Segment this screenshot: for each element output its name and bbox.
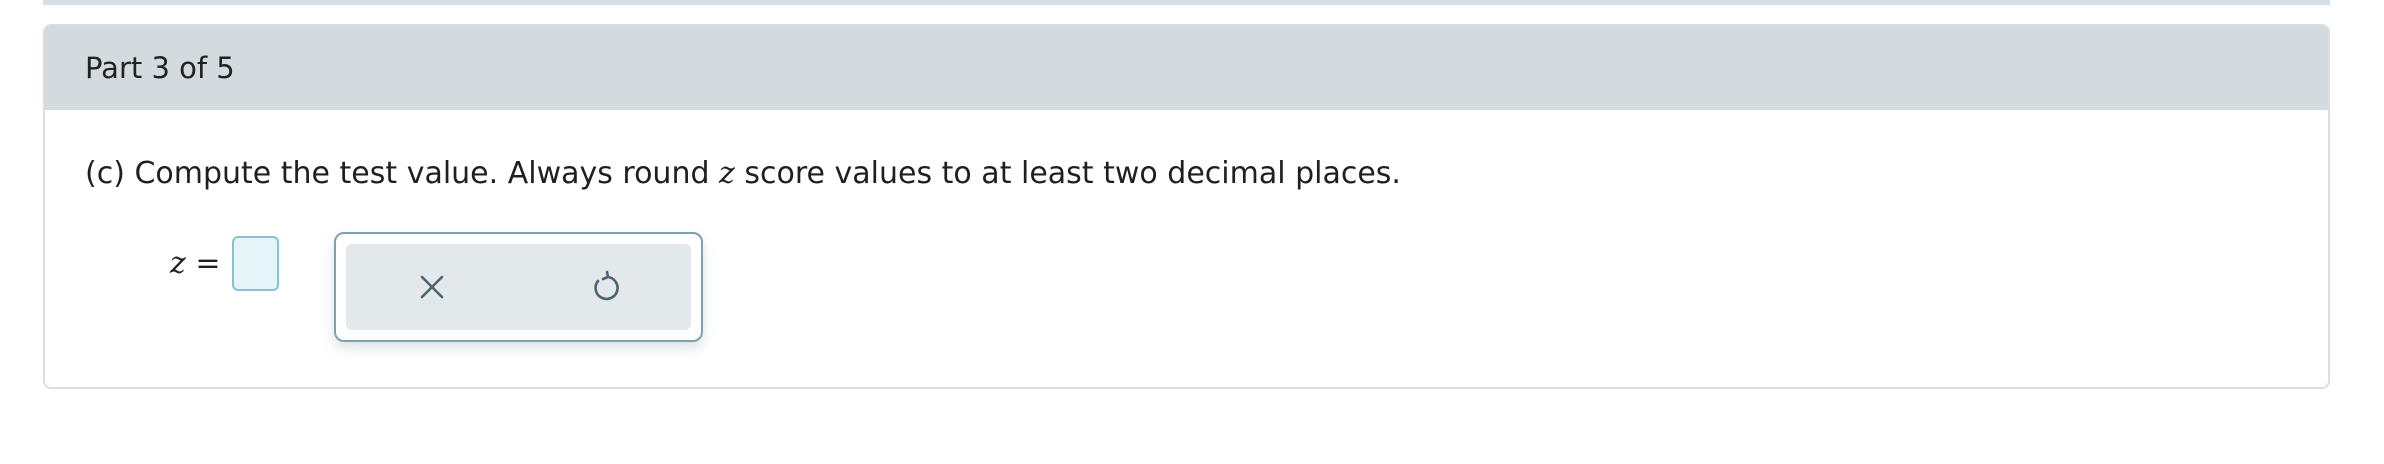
- part-progress-label: Part 3 of 5: [85, 51, 235, 85]
- answer-tools-inner: [346, 244, 691, 330]
- part-header: Part 3 of 5: [45, 26, 2328, 110]
- top-divider: [43, 0, 2330, 5]
- z-equals-label: z =: [170, 245, 221, 281]
- clear-answer-button[interactable]: [402, 257, 462, 317]
- z-answer-input[interactable]: [232, 235, 280, 291]
- question-suffix: score values to at least two decimal pla…: [734, 156, 1401, 191]
- answer-row: z =: [170, 232, 280, 294]
- question-variable: z: [719, 156, 735, 191]
- question-prefix: (c) Compute the test value. Always round: [85, 156, 720, 191]
- question-prompt: (c) Compute the test value. Always round…: [85, 156, 1401, 191]
- close-icon: [420, 275, 444, 299]
- answer-tools-panel: [334, 232, 703, 342]
- undo-icon: [594, 270, 619, 301]
- reset-answer-button[interactable]: [575, 257, 635, 317]
- question-part-card: Part 3 of 5 (c) Compute the test value. …: [43, 24, 2330, 389]
